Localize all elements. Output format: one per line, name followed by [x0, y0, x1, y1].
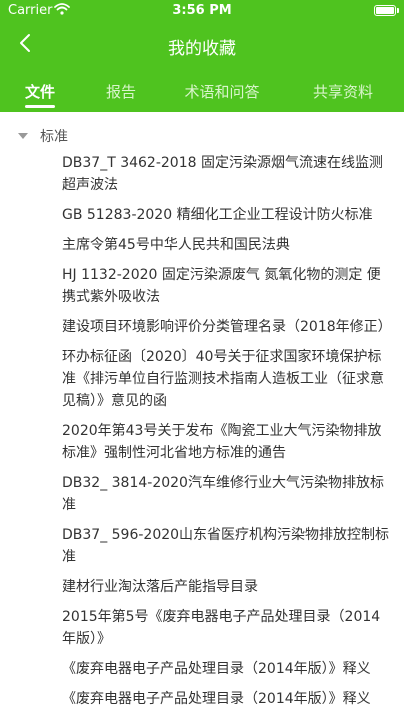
page-title: 我的收藏 [168, 39, 236, 59]
document-list: DB37_T 3462-2018 固定污染源烟气流速在线监测 超声波法 GB 5… [62, 152, 392, 718]
caret-down-icon [18, 133, 28, 139]
tab-reports[interactable]: 报告 [80, 70, 162, 112]
group-label: 标准 [40, 129, 68, 145]
tab-terms-qa[interactable]: 术语和问答 [162, 70, 282, 112]
list-item[interactable]: DB37_ 596-2020山东省医疗机构污染物排放控制标准 [62, 524, 392, 568]
tab-label: 术语和问答 [184, 83, 260, 101]
tab-bar: 文件 报告 术语和问答 共享资料 [0, 70, 404, 112]
list-item[interactable]: 《废弃电器电子产品处理目录（2014年版）》释义 [62, 688, 392, 710]
list-item[interactable]: 建设项目环境影响评价分类管理名录（2018年修正） [62, 316, 392, 338]
list-item[interactable]: 《废弃电器电子产品处理目录（2014年版）》释义 [62, 658, 392, 680]
nav-bar: 我的收藏 [0, 22, 404, 68]
list-item[interactable]: 环办标征函〔2020〕40号关于征求国家环境保护标准《排污单位自行监测技术指南人… [62, 346, 392, 412]
battery-tip [397, 8, 399, 13]
tab-label: 共享资料 [312, 83, 373, 101]
status-bar: Carrier 3:56 PM [0, 0, 404, 22]
list-item[interactable]: GB 51283-2020 精细化工企业工程设计防火标准 [62, 204, 392, 226]
favorites-list: 标准 DB37_T 3462-2018 固定污染源烟气流速在线监测 超声波法 G… [0, 112, 404, 720]
group-header-standards[interactable]: 标准 [18, 126, 68, 146]
status-time: 3:56 PM [172, 3, 232, 18]
tab-shared-materials[interactable]: 共享资料 [282, 70, 404, 112]
tab-label: 文件 [24, 83, 55, 101]
tab-label: 报告 [105, 83, 136, 101]
header-bar: Carrier 3:56 PM 我的收藏 文件 报告 术语和问答 共享资料 [0, 0, 404, 112]
tab-indicator [25, 105, 55, 108]
list-item[interactable]: 2015年第5号《废弃电器电子产品处理目录（2014年版）》 [62, 606, 392, 650]
list-item[interactable]: 主席令第45号中华人民共和国民法典 [62, 234, 392, 256]
list-item[interactable]: 2020年第43号关于发布《陶瓷工业大气污染物排放标准》强制性河北省地方标准的通… [62, 420, 392, 464]
list-item[interactable]: DB37_T 3462-2018 固定污染源烟气流速在线监测 超声波法 [62, 152, 392, 196]
tab-files[interactable]: 文件 [0, 70, 80, 112]
battery-icon [374, 5, 396, 16]
list-item[interactable]: DB32_ 3814-2020汽车维修行业大气污染物排放标准 [62, 472, 392, 516]
list-item[interactable]: 建材行业淘汰落后产能指导目录 [62, 576, 392, 598]
list-item[interactable]: HJ 1132-2020 固定污染源废气 氮氧化物的测定 便携式紫外吸收法 [62, 264, 392, 308]
